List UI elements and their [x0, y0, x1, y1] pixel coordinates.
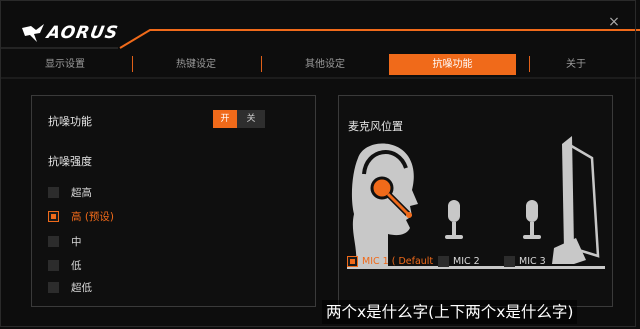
watermark-caption: 两个x是什么字(上下两个x是什么字): [322, 300, 578, 324]
tab-separator: [132, 56, 133, 72]
option-label: 中: [71, 235, 82, 248]
boom-mic-tip: [406, 212, 412, 218]
checkbox[interactable]: [48, 259, 59, 271]
tab-bar: 显示设置 热键设定 其他设定 抗噪功能 关于: [0, 54, 640, 76]
tab-about[interactable]: 关于: [538, 54, 614, 75]
option-label: 低: [71, 259, 82, 272]
noise-strength-label: 抗噪强度: [48, 155, 92, 168]
aorus-logo: AORUS: [22, 22, 120, 44]
logo-text: AORUS: [45, 23, 120, 43]
app-window: AORUS × 显示设置 热键设定 其他设定 抗噪功能 关于 抗噪功能 开 关 …: [0, 0, 640, 329]
desk-mic-2-icon: [445, 200, 463, 239]
tab-hotkey-settings[interactable]: 热键设定: [146, 54, 246, 75]
toggle-on-button[interactable]: 开: [213, 110, 237, 128]
mic-option-1[interactable]: MIC 1 ( Default: [347, 254, 433, 268]
checkbox-selected[interactable]: [347, 255, 358, 267]
eagle-icon: [22, 24, 44, 42]
option-label: 超高: [71, 186, 92, 199]
noise-cancel-toggle[interactable]: 开 关: [213, 110, 265, 128]
mic-position-illustration: [347, 136, 605, 269]
desk-mic-3-icon: [523, 200, 541, 239]
strength-option-ultra-low[interactable]: 超低: [48, 280, 92, 294]
monitor-icon: [552, 136, 600, 264]
mic-option-label: MIC 2: [453, 255, 480, 267]
mic-option-label: MIC 1 ( Default: [362, 255, 434, 267]
checkbox[interactable]: [48, 281, 59, 293]
tab-separator: [529, 56, 530, 72]
mic-option-3[interactable]: MIC 3: [504, 254, 546, 268]
checkbox[interactable]: [438, 255, 449, 267]
noise-cancel-label: 抗噪功能: [48, 115, 92, 128]
checkbox[interactable]: [48, 235, 59, 247]
option-label: 高 (预设): [71, 210, 115, 223]
strength-option-ultra-high[interactable]: 超高: [48, 185, 92, 199]
tab-display-settings[interactable]: 显示设置: [14, 54, 116, 75]
close-icon[interactable]: ×: [606, 14, 622, 30]
head-silhouette: [351, 143, 418, 266]
option-label: 超低: [71, 281, 92, 294]
mic-option-2[interactable]: MIC 2: [438, 254, 480, 268]
tab-separator: [261, 56, 262, 72]
checkbox[interactable]: [48, 186, 59, 198]
tab-other-settings[interactable]: 其他设定: [275, 54, 375, 75]
strength-option-high-default[interactable]: 高 (预设): [48, 209, 114, 223]
checkbox-selected[interactable]: [48, 210, 59, 222]
toggle-off-button[interactable]: 关: [237, 110, 265, 128]
mic-option-label: MIC 3: [519, 255, 546, 267]
strength-option-low[interactable]: 低: [48, 258, 82, 272]
tab-noise-cancel[interactable]: 抗噪功能: [389, 54, 516, 75]
checkbox[interactable]: [504, 255, 515, 267]
accent-line-orange: [119, 29, 640, 49]
strength-option-medium[interactable]: 中: [48, 234, 82, 248]
